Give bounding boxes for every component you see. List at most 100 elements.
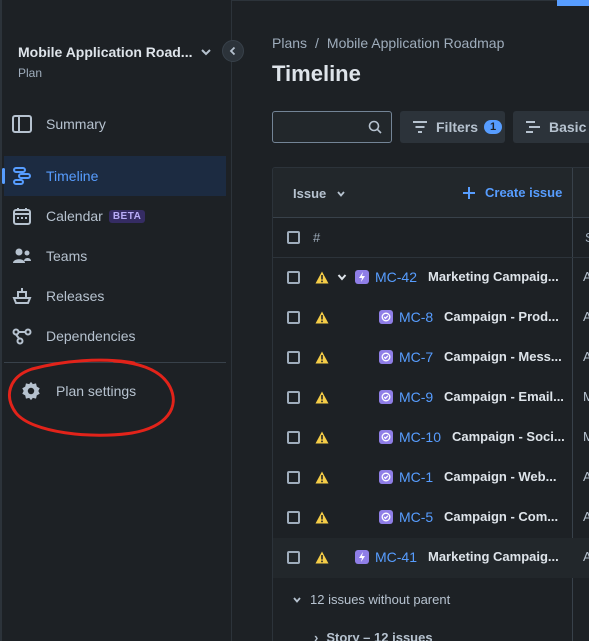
breadcrumb-separator: / — [315, 35, 319, 51]
epic-icon — [355, 550, 369, 564]
row-checkbox[interactable] — [287, 271, 300, 284]
row-checkbox[interactable] — [287, 511, 300, 524]
table-row[interactable]: MC-1 Campaign - Web... A — [273, 458, 589, 498]
timeline-icon — [12, 166, 32, 186]
create-issue-button[interactable]: Create issue — [463, 185, 562, 200]
view-settings-icon — [526, 121, 540, 133]
subtask-icon — [379, 470, 393, 484]
group-story[interactable]: › Story – 12 issues — [314, 630, 433, 641]
filter-icon — [413, 121, 427, 133]
status-column-header: S — [585, 230, 589, 245]
issue-summary[interactable]: Marketing Campaig... — [428, 269, 559, 284]
filters-button[interactable]: Filters 1 — [400, 111, 505, 143]
issue-summary[interactable]: Marketing Campaig... — [428, 549, 559, 564]
breadcrumb-current-link[interactable]: Mobile Application Roadmap — [327, 35, 504, 51]
row-checkbox[interactable] — [287, 391, 300, 404]
view-settings-button[interactable]: Basic v — [513, 111, 589, 143]
chevron-down-icon[interactable] — [200, 46, 212, 58]
sidebar-item-dependencies[interactable]: Dependencies — [4, 316, 226, 356]
chevron-down-icon — [293, 596, 301, 603]
table-header: Issue Create issue — [273, 168, 589, 641]
issue-key-link[interactable]: MC-41 — [375, 549, 417, 565]
breadcrumb-plans-link[interactable]: Plans — [272, 35, 307, 51]
warning-icon — [315, 351, 329, 364]
issue-key-link[interactable]: MC-5 — [399, 509, 433, 525]
page-title: Timeline — [272, 61, 361, 86]
issue-status: A — [583, 349, 589, 364]
row-checkbox[interactable] — [287, 551, 300, 564]
sidebar-item-teams[interactable]: Teams — [4, 236, 226, 276]
project-header[interactable]: Mobile Application Road... Plan — [18, 44, 218, 80]
gear-icon — [22, 381, 40, 401]
sidebar-item-label: Teams — [46, 248, 88, 264]
warning-icon — [315, 271, 329, 284]
issue-summary[interactable]: Campaign - Com... — [444, 509, 558, 524]
filters-label: Filters — [436, 119, 479, 135]
issue-column-header[interactable]: Issue — [293, 186, 346, 201]
subtask-icon — [379, 390, 393, 404]
hash-column-header: # — [313, 230, 321, 245]
table-subheader: # S — [273, 218, 589, 258]
subtask-icon — [379, 350, 393, 364]
table-row[interactable]: MC-10 Campaign - Soci... M — [273, 418, 589, 458]
issue-summary[interactable]: Campaign - Mess... — [444, 349, 562, 364]
search-box[interactable] — [272, 111, 392, 143]
issue-key-link[interactable]: MC-10 — [399, 429, 441, 445]
issue-key-link[interactable]: MC-42 — [375, 269, 417, 285]
warning-icon — [315, 511, 329, 524]
warning-icon — [315, 551, 329, 564]
issue-summary[interactable]: Campaign - Web... — [444, 469, 556, 484]
issues-table: Issue Create issue # S MC-42 Marketing Ca… — [272, 167, 589, 641]
summary-icon — [12, 114, 32, 134]
project-subtitle: Plan — [18, 66, 43, 80]
top-accent-tab — [557, 0, 589, 6]
sidebar-item-timeline[interactable]: Timeline — [2, 156, 226, 196]
issue-header-label: Issue — [293, 186, 327, 201]
filters-count-badge: 1 — [484, 120, 503, 134]
sidebar-item-releases[interactable]: Releases — [4, 276, 226, 316]
breadcrumb: Plans / Mobile Application Roadmap — [272, 35, 504, 51]
table-row[interactable]: MC-8 Campaign - Prod... A — [273, 298, 589, 338]
sidebar-item-summary[interactable]: Summary — [4, 104, 226, 144]
subtask-icon — [379, 510, 393, 524]
select-all-checkbox[interactable] — [287, 231, 300, 244]
row-checkbox[interactable] — [287, 431, 300, 444]
row-checkbox[interactable] — [287, 471, 300, 484]
chevron-down-icon[interactable] — [337, 272, 347, 282]
warning-icon — [315, 471, 329, 484]
search-input[interactable] — [273, 112, 363, 142]
issue-summary[interactable]: Campaign - Prod... — [444, 309, 559, 324]
group-without-parent[interactable]: 12 issues without parent — [292, 592, 450, 607]
ship-icon — [12, 286, 32, 306]
plan-settings-label: Plan settings — [56, 383, 137, 399]
plan-settings-link[interactable]: Plan settings — [20, 380, 136, 402]
issue-key-link[interactable]: MC-9 — [399, 389, 433, 405]
sidebar-item-calendar[interactable]: Calendar BETA — [4, 196, 226, 236]
view-settings-label: Basic v — [549, 119, 589, 135]
chevron-left-icon — [229, 46, 236, 56]
sidebar-nav: Summary Timeline Calendar BETA Teams Rel… — [2, 104, 226, 356]
table-row[interactable]: MC-5 Campaign - Com... A — [273, 498, 589, 538]
issue-status: M — [583, 429, 589, 444]
dependencies-icon — [12, 326, 32, 346]
warning-icon — [315, 311, 329, 324]
issue-status: A — [583, 269, 589, 284]
group-label: Story – 12 issues — [326, 630, 433, 641]
table-row[interactable]: MC-7 Campaign - Mess... A — [273, 338, 589, 378]
beta-badge: BETA — [108, 209, 146, 223]
issue-key-link[interactable]: MC-1 — [399, 469, 433, 485]
sidebar-item-label: Summary — [46, 116, 106, 132]
table-row[interactable]: MC-42 Marketing Campaig... A — [273, 258, 589, 298]
chevron-right-icon: › — [314, 630, 319, 641]
issue-status: A — [583, 309, 589, 324]
create-issue-label: Create issue — [485, 185, 563, 200]
row-checkbox[interactable] — [287, 351, 300, 364]
issue-key-link[interactable]: MC-8 — [399, 309, 433, 325]
issue-summary[interactable]: Campaign - Soci... — [452, 429, 565, 444]
table-row[interactable]: MC-9 Campaign - Email... M — [273, 378, 589, 418]
issue-key-link[interactable]: MC-7 — [399, 349, 433, 365]
row-checkbox[interactable] — [287, 311, 300, 324]
collapse-sidebar-button[interactable] — [222, 40, 244, 62]
issue-summary[interactable]: Campaign - Email... — [444, 389, 564, 404]
table-row[interactable]: MC-41 Marketing Campaig... A — [273, 538, 589, 578]
